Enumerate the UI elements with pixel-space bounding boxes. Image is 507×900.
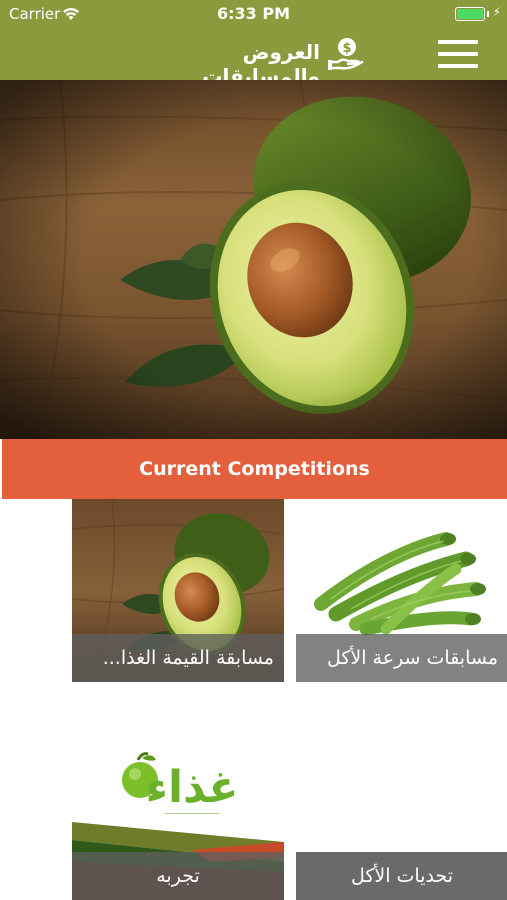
money-hand-icon: $ <box>326 34 366 74</box>
battery-cap <box>487 11 489 17</box>
competition-tile-nutrition[interactable]: مسابقة القيمة الغذا... <box>72 499 284 682</box>
avocado-photo <box>0 80 507 439</box>
tile-caption: مسابقة القيمة الغذا... <box>72 634 284 682</box>
tile-caption: تحديات الأكل <box>296 852 507 900</box>
status-bar: Carrier 6:33 PM ⚡ <box>0 0 507 28</box>
charging-icon: ⚡ <box>492 5 501 19</box>
competition-tile-trial[interactable]: غذاء ـــــــــــــــــــــــــــــــ تجر… <box>72 722 284 900</box>
svg-text:غذاء: غذاء <box>145 762 238 813</box>
svg-text:ــــــــــــــــــــــــــــــ: ـــــــــــــــــــــــــــــــ <box>164 809 220 816</box>
hamburger-menu-icon[interactable] <box>436 36 480 72</box>
nav-bar: العروض والمسابقات $ <box>0 28 507 88</box>
svg-text:$: $ <box>342 41 351 56</box>
battery-icon <box>455 7 485 21</box>
tile-caption: تجربه <box>72 852 284 900</box>
clock: 6:33 PM <box>216 4 290 23</box>
competition-tile-eating-challenges[interactable]: تحديات الأكل <box>296 722 507 900</box>
hero-banner <box>0 80 507 439</box>
section-title: Current Competitions <box>2 439 507 499</box>
tile-caption: مسابقات سرعة الأكل <box>296 634 507 682</box>
competition-tile-speed-eating[interactable]: مسابقات سرعة الأكل <box>296 499 507 682</box>
